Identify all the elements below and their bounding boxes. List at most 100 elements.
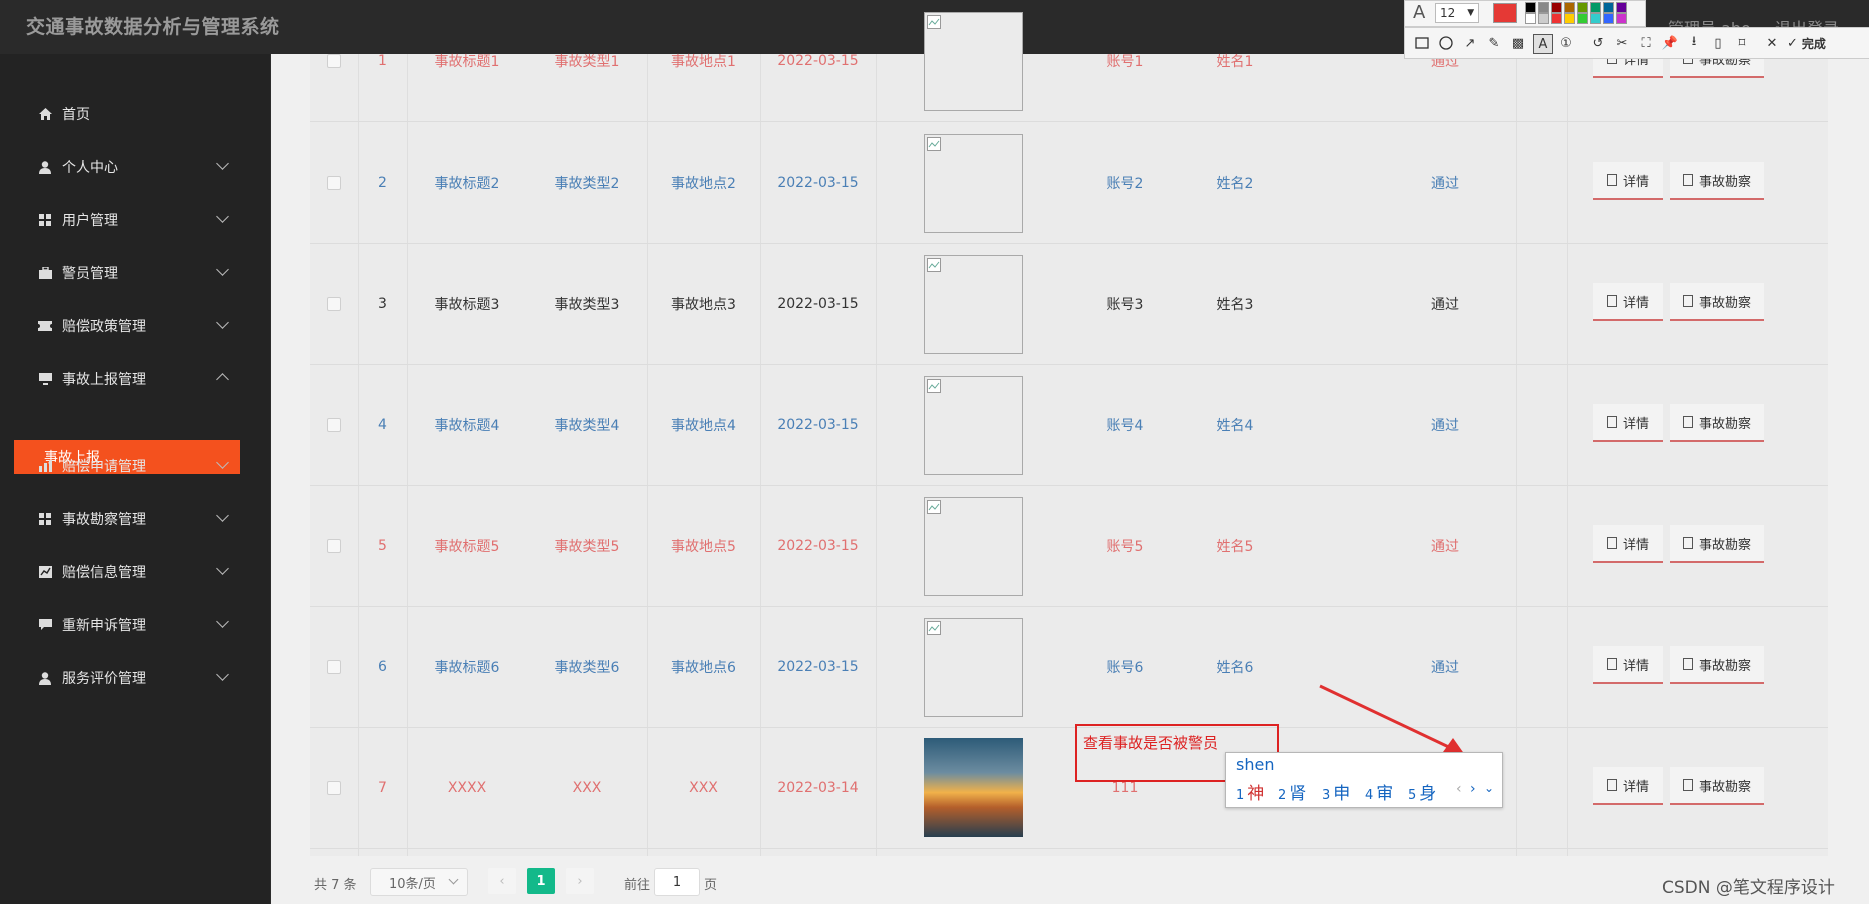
pen-tool-icon[interactable]: ✎ [1485, 34, 1503, 52]
ime-next-icon[interactable]: › [1470, 781, 1476, 797]
account: 账号4 [1106, 417, 1144, 434]
accident-title: 事故标题5 [434, 538, 500, 555]
detail-button[interactable]: 详情 [1593, 162, 1663, 200]
accident-type: 事故类型6 [554, 659, 620, 676]
row-checkbox[interactable] [327, 659, 341, 674]
sidebar-item-evaluation[interactable]: 服务评价管理 [0, 658, 270, 698]
row-checkbox-cell[interactable] [310, 0, 358, 121]
color-swatch[interactable] [1525, 13, 1536, 24]
download-icon[interactable]: ⭳ [1685, 34, 1703, 52]
sidebar-item-accident-report[interactable]: 事故上报管理 [0, 359, 270, 399]
document-icon [1682, 779, 1693, 791]
font-icon[interactable]: A [1413, 2, 1425, 23]
rectangle-tool-icon[interactable] [1413, 34, 1431, 52]
color-swatch[interactable] [1590, 2, 1601, 13]
home-icon [38, 107, 52, 121]
current-color-swatch[interactable] [1493, 3, 1517, 23]
sidebar-item-users[interactable]: 用户管理 [0, 200, 270, 240]
sidebar-item-survey[interactable]: 事故勘察管理 [0, 499, 270, 539]
accident-title: 事故标题4 [434, 417, 500, 434]
ime-expand-icon[interactable]: ⌄ [1484, 781, 1494, 795]
undo-icon[interactable]: ↺ [1589, 34, 1607, 52]
bookmark-icon[interactable]: ⌑ [1733, 34, 1751, 52]
survey-button[interactable]: 事故勘察 [1670, 646, 1764, 684]
next-page-button[interactable]: › [566, 868, 594, 894]
survey-button[interactable]: 事故勘察 [1670, 767, 1764, 805]
row-checkbox-cell[interactable] [310, 122, 358, 243]
sidebar-item-compensation-info[interactable]: 赔偿信息管理 [0, 552, 270, 592]
accident-place: 事故地点5 [671, 538, 736, 555]
color-swatch[interactable] [1538, 13, 1549, 24]
row-checkbox[interactable] [327, 538, 341, 553]
accident-title: XXXX [447, 779, 487, 796]
detail-button[interactable]: 详情 [1593, 767, 1663, 805]
goto-page-input[interactable]: 1 [654, 868, 700, 896]
text-tool-icon[interactable]: A [1533, 34, 1553, 54]
row-checkbox-cell[interactable] [310, 727, 358, 848]
pager-total: 共 7 条 [314, 878, 357, 893]
survey-button[interactable]: 事故勘察 [1670, 283, 1764, 321]
row-checkbox-cell[interactable] [310, 606, 358, 727]
sidebar-item-personal[interactable]: 个人中心 [0, 147, 270, 187]
prev-page-button[interactable]: ‹ [488, 868, 516, 894]
color-swatch[interactable] [1525, 2, 1536, 13]
sidebar-item-appeal[interactable]: 重新申诉管理 [0, 605, 270, 645]
account: 账号2 [1106, 175, 1144, 192]
sidebar-item-label: 事故勘察管理 [62, 512, 146, 528]
accident-place: 事故地点3 [671, 296, 736, 313]
phone-icon[interactable]: ▯ [1709, 34, 1727, 52]
color-swatch[interactable] [1616, 2, 1627, 13]
arrow-tool-icon[interactable]: ↗ [1461, 34, 1479, 52]
screenshot-icon[interactable]: ⛶ [1637, 34, 1655, 52]
row-checkbox[interactable] [327, 175, 341, 190]
row-checkbox-cell[interactable] [310, 243, 358, 364]
sidebar-item-police[interactable]: 警员管理 [0, 253, 270, 293]
font-size-select[interactable]: 12 ▼ [1435, 3, 1479, 23]
survey-button[interactable]: 事故勘察 [1670, 162, 1764, 200]
pin-icon[interactable]: 📌 [1661, 34, 1679, 52]
ime-candidate[interactable]: 2肾 [1278, 779, 1306, 804]
number-tool-icon[interactable]: ① [1557, 34, 1575, 52]
sidebar-item-policy[interactable]: 赔偿政策管理 [0, 306, 270, 346]
survey-button[interactable]: 事故勘察 [1670, 525, 1764, 563]
detail-button[interactable]: 详情 [1593, 525, 1663, 563]
row-checkbox[interactable] [327, 780, 341, 795]
person-name: 姓名5 [1216, 538, 1254, 555]
color-swatch[interactable] [1577, 13, 1588, 24]
row-checkbox-cell[interactable] [310, 485, 358, 606]
ime-candidate[interactable]: 1神 [1236, 779, 1264, 804]
mosaic-tool-icon[interactable]: ▩ [1509, 34, 1527, 52]
ime-candidate[interactable]: 3申 [1322, 779, 1350, 804]
row-checkbox[interactable] [327, 53, 341, 68]
ellipse-tool-icon[interactable] [1437, 34, 1455, 52]
color-swatch[interactable] [1616, 13, 1627, 24]
row-checkbox[interactable] [327, 417, 341, 432]
ime-candidate[interactable]: 5身 [1408, 779, 1436, 804]
detail-button[interactable]: 详情 [1593, 404, 1663, 442]
color-swatch[interactable] [1564, 13, 1575, 24]
ime-prev-icon[interactable]: ‹ [1456, 781, 1462, 797]
color-swatch[interactable] [1603, 2, 1614, 13]
survey-button[interactable]: 事故勘察 [1670, 404, 1764, 442]
detail-button[interactable]: 详情 [1593, 646, 1663, 684]
crop-icon[interactable]: ✂ [1613, 34, 1631, 52]
page-size-select[interactable]: 10条/页 [370, 868, 468, 896]
table-row: 6 事故标题6 事故类型6 事故地点6 2022-03-15 账号6 姓名6 通过 详情 事故勘察 [310, 606, 1828, 728]
color-swatch[interactable] [1551, 13, 1562, 24]
color-swatch[interactable] [1551, 2, 1562, 13]
color-swatch[interactable] [1603, 13, 1614, 24]
page-number-button[interactable]: 1 [527, 868, 555, 894]
close-icon[interactable]: ✕ [1763, 34, 1781, 52]
row-checkbox[interactable] [327, 296, 341, 311]
row-checkbox-cell[interactable] [310, 364, 358, 485]
detail-button[interactable]: 详情 [1593, 283, 1663, 321]
ime-pinyin: shen [1236, 755, 1275, 774]
color-swatch[interactable] [1577, 2, 1588, 13]
color-swatch[interactable] [1538, 2, 1549, 13]
color-swatch[interactable] [1564, 2, 1575, 13]
ime-candidate[interactable]: 4审 [1365, 779, 1393, 804]
done-button[interactable]: ✓ 完成 [1787, 34, 1857, 52]
color-swatch[interactable] [1590, 13, 1601, 24]
sidebar-item-home[interactable]: 首页 [0, 94, 270, 134]
sidebar-item-compensation-apply[interactable]: 赔偿申请管理 [0, 446, 270, 486]
